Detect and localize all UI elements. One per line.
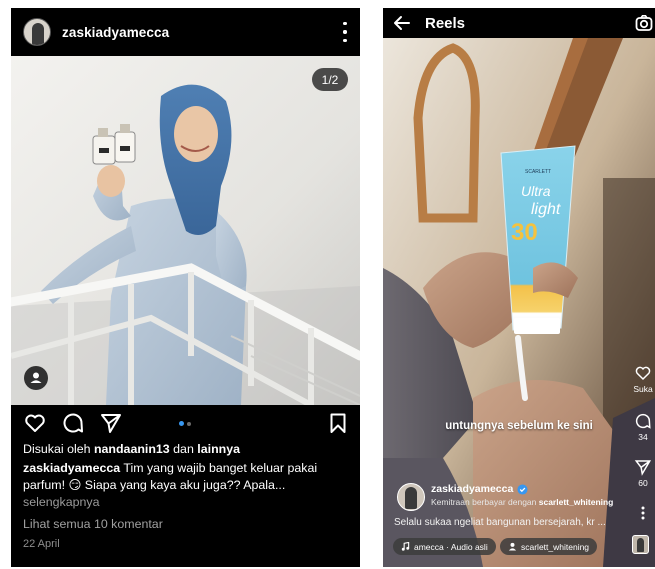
more-vertical-icon[interactable] <box>631 506 655 522</box>
post-photo[interactable]: 1/2 <box>11 56 360 405</box>
reel-caption[interactable]: Selalu sukaa ngeliat bangunan bersejarah… <box>394 517 606 528</box>
partnership-prefix: Kemitraan berbayar dengan <box>431 497 537 507</box>
reels-title: Reels <box>425 14 466 32</box>
tagged-user-pill[interactable]: scarlett_whitening <box>500 538 598 555</box>
paid-partnership-line[interactable]: Kemitraan berbayar dengan scarlett_white… <box>431 497 613 507</box>
share-icon[interactable] <box>99 411 123 435</box>
shares-count: 60 <box>638 478 648 488</box>
image-counter-badge: 1/2 <box>312 68 348 91</box>
verified-badge-icon <box>517 483 528 495</box>
reel-overlay-text: untungnya sebelum ke sini <box>445 420 593 432</box>
avatar[interactable] <box>23 18 51 46</box>
carousel-dot <box>187 421 191 426</box>
partner-username[interactable]: scarlett_whitening <box>539 497 614 507</box>
bookmark-icon[interactable] <box>326 411 350 435</box>
liker-username[interactable]: nandaanin13 <box>94 442 170 456</box>
user-tag-icon <box>508 542 517 551</box>
reel-author-names: zaskiadyamecca Kemitraan berbayar dengan… <box>431 483 613 507</box>
reel-author: zaskiadyamecca Kemitraan berbayar dengan… <box>397 483 613 511</box>
avatar[interactable] <box>397 483 425 511</box>
like-label: Suka <box>633 384 653 394</box>
product-spf-text: 30 <box>511 219 538 246</box>
feed-post: zaskiadyamecca 1/2 Disukai oleh nandaani… <box>11 8 360 567</box>
see-more-link[interactable]: selengkapnya <box>23 494 353 511</box>
camera-icon[interactable] <box>635 14 653 32</box>
comments-count: 34 <box>638 432 648 442</box>
likes-joiner: dan <box>173 442 194 456</box>
heart-icon[interactable] <box>23 411 47 435</box>
post-date: 22 April <box>23 538 60 550</box>
user-tag-icon[interactable] <box>24 366 48 390</box>
reel-comment-action[interactable]: 34 <box>631 412 655 442</box>
reel-share-action[interactable]: 60 <box>631 458 655 488</box>
likes-prefix: Disukai oleh <box>23 442 91 456</box>
product-brand-text: SCARLETT <box>525 169 551 175</box>
post-username[interactable]: zaskiadyamecca <box>62 25 169 40</box>
caption-line-1: zaskiadyamecca Tim yang wajib banget kel… <box>23 460 353 477</box>
audio-thumbnail[interactable] <box>632 535 649 554</box>
reel-username-row[interactable]: zaskiadyamecca <box>431 483 613 495</box>
reel-like-action[interactable]: Suka <box>631 364 655 394</box>
reels-view: Reels SCARLETT Ultra light 30 untungnya … <box>383 8 655 567</box>
screenshot-stage: zaskiadyamecca 1/2 Disukai oleh nandaani… <box>0 0 655 569</box>
heart-icon[interactable] <box>634 364 652 382</box>
product-name-line-1: Ultra <box>521 183 551 199</box>
audio-pill[interactable]: amecca · Audio asli <box>393 538 496 555</box>
back-arrow-icon[interactable] <box>393 14 411 32</box>
caption-author[interactable]: zaskiadyamecca <box>23 461 120 475</box>
reels-header: Reels <box>383 8 655 38</box>
post-photo-illustration <box>11 56 360 405</box>
comment-icon[interactable] <box>61 411 85 435</box>
post-action-bar <box>11 405 360 441</box>
audio-label: amecca · Audio asli <box>414 541 488 552</box>
tagged-user-label: scarlett_whitening <box>521 541 590 552</box>
comment-icon[interactable] <box>634 412 652 430</box>
reel-username[interactable]: zaskiadyamecca <box>431 483 513 495</box>
likes-line[interactable]: Disukai oleh nandaanin13 dan lainnya <box>23 441 353 458</box>
carousel-dot-active <box>179 421 184 426</box>
likes-others[interactable]: lainnya <box>197 442 240 456</box>
post-header: zaskiadyamecca <box>11 8 360 56</box>
share-icon[interactable] <box>634 458 652 476</box>
more-vertical-icon[interactable] <box>342 22 348 42</box>
post-caption-block: Disukai oleh nandaanin13 dan lainnya zas… <box>23 441 353 553</box>
music-note-icon <box>401 542 410 551</box>
caption-line-2: parfum! 😏 Siapa yang kaya aku juga?? Apa… <box>23 478 286 492</box>
caption-text-1: Tim yang wajib banget keluar pakai <box>123 461 318 475</box>
product-name-line-2: light <box>531 201 561 218</box>
view-comments-link[interactable]: Lihat semua 10 komentar <box>23 516 353 533</box>
